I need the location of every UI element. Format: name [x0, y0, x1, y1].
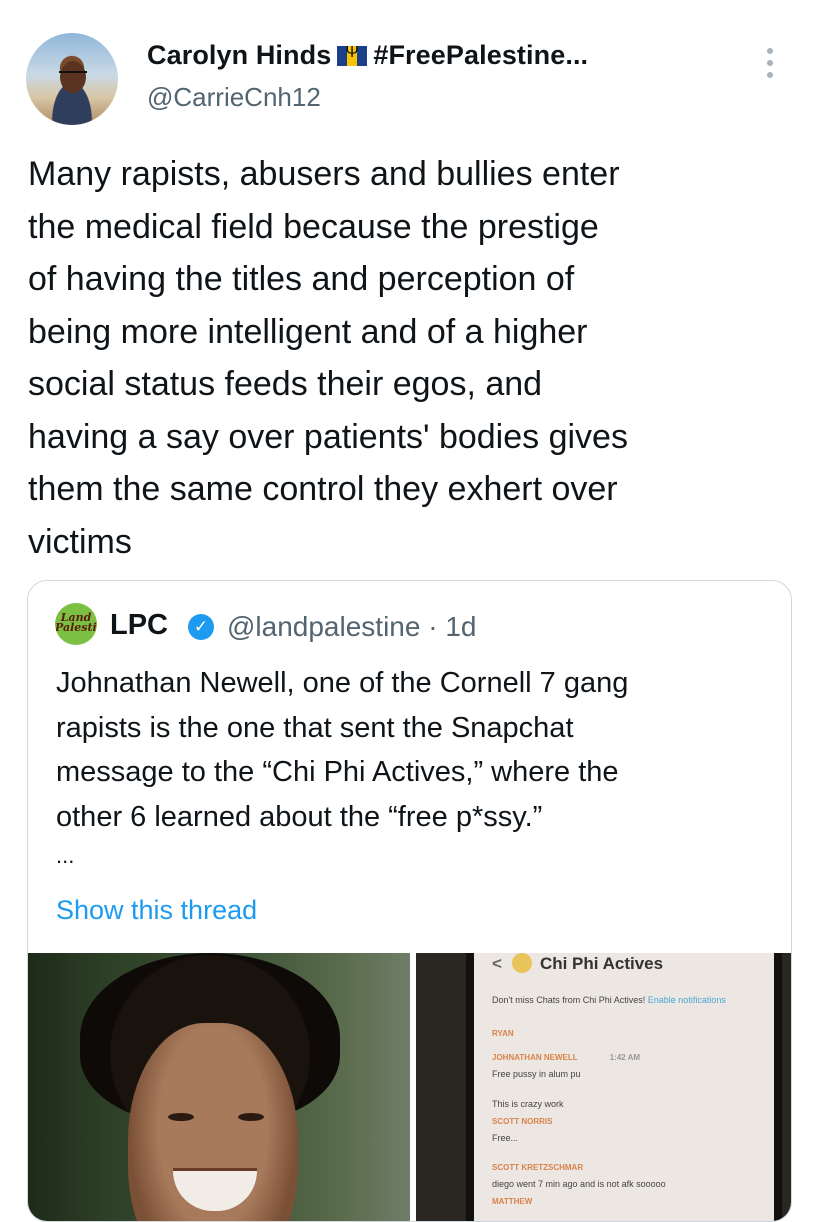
author-name[interactable]: Carolyn Hinds — [147, 40, 331, 70]
quote-text-line: other 6 learned about the “free p*ssy.” — [56, 800, 543, 833]
tweet-text-line: having a say over patients' bodies gives — [28, 417, 628, 456]
chat-sender: SCOTT NORRIS — [492, 1117, 553, 1126]
quote-time[interactable]: · 1d — [428, 611, 476, 642]
quoted-tweet[interactable]: Land Palestine LPC ✓ @landpalestine · 1d… — [27, 580, 792, 1222]
chat-sender: MATTHEW — [492, 1197, 533, 1206]
quote-text: Johnathan Newell, one of the Cornell 7 g… — [56, 661, 776, 839]
tweet-text-line: Many rapists, abusers and bullies enter — [28, 155, 620, 193]
author-avatar[interactable] — [26, 33, 118, 125]
tweet-text: Many rapists, abusers and bullies enter … — [28, 148, 788, 568]
author-handle[interactable]: @CarrieCnh12 — [147, 82, 321, 113]
back-icon: < — [492, 954, 502, 973]
show-thread-link[interactable]: Show this thread — [56, 895, 257, 926]
chat-message: diego went 7 min ago and is not afk sooo… — [492, 1179, 666, 1189]
chat-notice-link: Enable notifications — [647, 995, 726, 1005]
quote-author-name[interactable]: LPC — [110, 609, 168, 642]
chat-notice-text: Don't miss Chats from Chi Phi Actives! — [492, 995, 646, 1005]
tweet-text-line: being more intelligent and of a higher — [28, 312, 588, 351]
chat-notice: Don't miss Chats from Chi Phi Actives! E… — [492, 995, 726, 1005]
avatar-glasses — [59, 71, 87, 79]
quote-author-handle[interactable]: @landpalestine — [227, 611, 420, 642]
chat-sender-name: JOHNATHAN NEWELL — [492, 1053, 578, 1062]
chat-time: 1:42 AM — [609, 1053, 641, 1062]
quote-author-avatar[interactable]: Land Palestine — [55, 603, 97, 645]
chat-message: Free pussy in alum pu — [492, 1069, 581, 1079]
photo-eye — [238, 1113, 264, 1121]
quote-logo-text: Land Palestine — [55, 611, 97, 634]
photo-eye — [168, 1113, 194, 1121]
chat-header: < Chi Phi Actives — [492, 953, 663, 974]
tweet-text-line: the medical field because the prestige — [28, 207, 599, 246]
phone-screen: < Chi Phi Actives Don't miss Chats from C… — [466, 953, 782, 1221]
chat-title: Chi Phi Actives — [539, 954, 664, 973]
author-name-suffix[interactable]: #FreePalestine... — [373, 40, 588, 70]
tweet-text-line: victims — [28, 522, 132, 561]
tweet-text-line: of having the titles and perception of — [28, 260, 575, 298]
quote-text-line: message to the “Chi Phi Actives,” where … — [56, 756, 619, 788]
quote-ellipsis: ... — [56, 843, 75, 868]
barbados-flag-icon — [337, 44, 368, 66]
tweet-text-line: them the same control they exhert over — [28, 470, 618, 508]
quote-meta: @landpalestine · 1d — [227, 611, 476, 643]
more-options-icon[interactable] — [760, 48, 780, 88]
chat-sender: JOHNATHAN NEWELL 1:42 AM — [492, 1053, 640, 1062]
media-photo-portrait[interactable] — [28, 953, 410, 1221]
author-name-line[interactable]: Carolyn Hinds #FreePalestine... — [147, 40, 588, 71]
group-emoji-icon — [511, 953, 532, 973]
chat-sender: SCOTT KRETZSCHMAR — [492, 1163, 584, 1172]
chat-message: This is crazy work — [492, 1099, 564, 1109]
quote-text-line: Johnathan Newell, one of the Cornell 7 g… — [56, 667, 629, 699]
media-photo-chat-screenshot[interactable]: < Chi Phi Actives Don't miss Chats from C… — [416, 953, 791, 1221]
quote-text-line: rapists is the one that sent the Snapcha… — [56, 711, 574, 744]
verified-badge-icon: ✓ — [188, 614, 214, 640]
chat-sender: RYAN — [492, 1029, 514, 1038]
chat-message: Free... — [492, 1133, 519, 1143]
tweet-text-line: social status feeds their egos, and — [28, 365, 543, 403]
